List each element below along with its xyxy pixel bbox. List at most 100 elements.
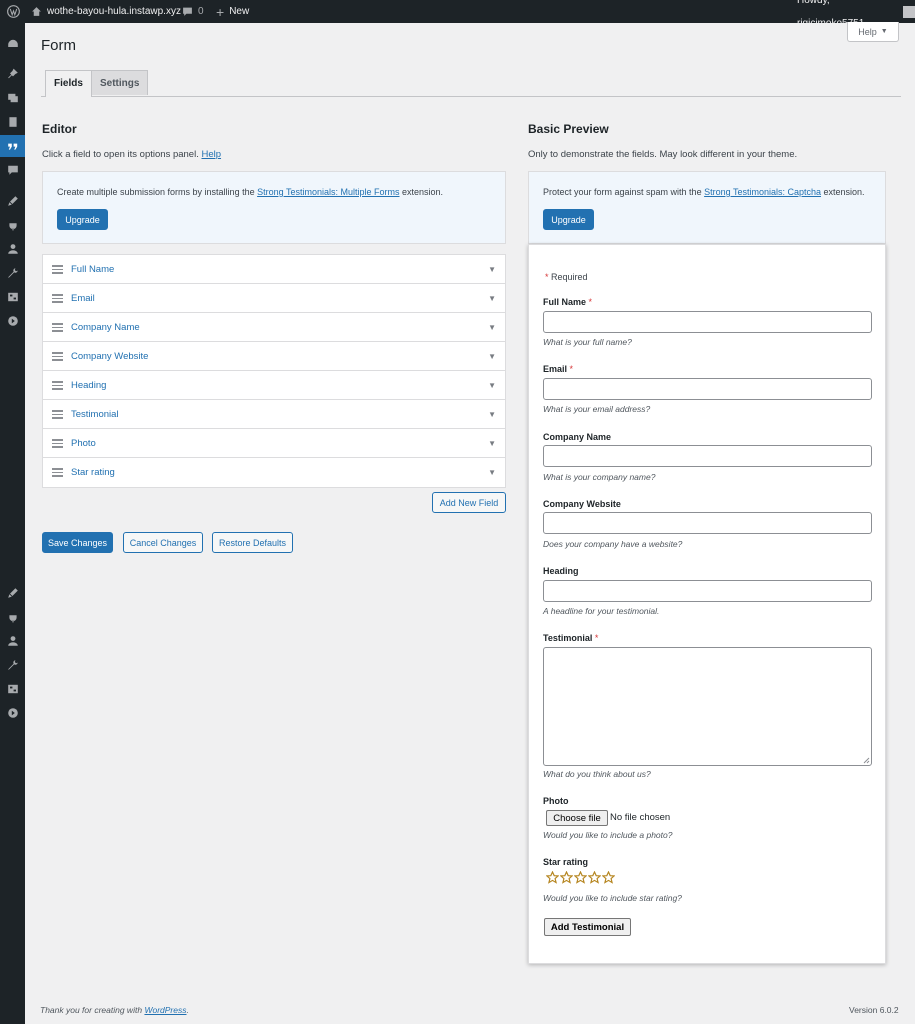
field-row[interactable]: Testimonial ▼ — [43, 400, 505, 429]
multiple-forms-notice-text: Create multiple submission forms by inst… — [57, 187, 443, 197]
appearance-icon-2[interactable] — [0, 582, 25, 604]
editor-help-link[interactable]: Help — [201, 149, 221, 160]
field-label[interactable]: Star rating — [71, 467, 115, 478]
star-outline-icon[interactable] — [588, 871, 601, 884]
company-website-label: Company Website — [543, 499, 621, 509]
caret-down-icon[interactable]: ▼ — [488, 439, 496, 448]
comments-count: 0 — [198, 6, 204, 17]
caret-down-icon[interactable]: ▼ — [488, 265, 496, 274]
full-name-input[interactable] — [543, 311, 872, 333]
field-label[interactable]: Company Name — [71, 322, 140, 333]
settings-icon-2[interactable] — [0, 678, 25, 700]
user-account-link[interactable]: Howdy, rigicimoko5751 — [797, 0, 915, 29]
upgrade-button-editor[interactable]: Upgrade — [57, 209, 108, 230]
settings-icon[interactable] — [0, 286, 25, 308]
company-name-input[interactable] — [543, 445, 872, 467]
testimonial-textarea[interactable] — [543, 647, 872, 766]
save-changes-button[interactable]: Save Changes — [42, 532, 113, 553]
drag-handle-icon[interactable] — [52, 468, 63, 477]
field-row[interactable]: Company Website ▼ — [43, 342, 505, 371]
add-testimonial-button[interactable]: Add Testimonial — [544, 918, 631, 936]
caret-down-icon[interactable]: ▼ — [488, 410, 496, 419]
tab-settings[interactable]: Settings — [91, 70, 149, 95]
captcha-link[interactable]: Strong Testimonials: Captcha — [704, 187, 821, 197]
star-outline-icon[interactable] — [560, 871, 573, 884]
plugins-icon-2[interactable] — [0, 606, 25, 628]
footer-thanks-text: Thank you for creating with — [40, 1005, 143, 1015]
caret-down-icon[interactable]: ▼ — [488, 352, 496, 361]
field-list: Full Name ▼ Email ▼ Company Name ▼ Company … — [42, 254, 506, 488]
caret-down-icon[interactable]: ▼ — [488, 381, 496, 390]
tools-wrench-icon-2[interactable] — [0, 654, 25, 676]
plugins-icon[interactable] — [0, 214, 25, 236]
multiple-forms-notice: Create multiple submission forms by inst… — [42, 171, 506, 244]
testimonials-quote-icon[interactable] — [0, 135, 25, 157]
notice-prefix: Create multiple submission forms by inst… — [57, 187, 255, 197]
caret-down-icon[interactable]: ▼ — [488, 294, 496, 303]
caret-down-icon[interactable]: ▼ — [488, 468, 496, 477]
drag-handle-icon[interactable] — [52, 439, 63, 448]
field-label[interactable]: Full Name — [71, 264, 114, 275]
restore-defaults-button[interactable]: Restore Defaults — [212, 532, 293, 553]
full-name-help: What is your full name? — [543, 337, 632, 347]
drag-handle-icon[interactable] — [52, 381, 63, 390]
admin-bar: wothe-bayou-hula.instawp.xyz 0 + New How… — [0, 0, 915, 29]
tools-wrench-icon[interactable] — [0, 262, 25, 284]
help-button[interactable]: Help ▼ — [847, 22, 899, 42]
full-name-label: Full Name * — [543, 297, 593, 307]
media-icon[interactable] — [0, 87, 25, 109]
field-label[interactable]: Email — [71, 293, 95, 304]
heading-input[interactable] — [543, 580, 872, 602]
users-icon-2[interactable] — [0, 630, 25, 652]
required-legend: * Required — [545, 272, 588, 282]
star-outline-icon[interactable] — [546, 871, 559, 884]
add-new-field-button[interactable]: Add New Field — [432, 492, 506, 513]
star-rating-input[interactable] — [546, 871, 615, 884]
editor-heading: Editor — [42, 122, 77, 136]
tab-fields[interactable]: Fields — [45, 70, 92, 97]
drag-handle-icon[interactable] — [52, 352, 63, 361]
collapse-menu-icon[interactable] — [0, 310, 25, 332]
email-input[interactable] — [543, 378, 872, 400]
notice-prefix: Protect your form against spam with the — [543, 187, 702, 197]
upgrade-button-preview[interactable]: Upgrade — [543, 209, 594, 230]
footer-thanks: Thank you for creating with WordPress. — [40, 1005, 189, 1015]
multiple-forms-link[interactable]: Strong Testimonials: Multiple Forms — [257, 187, 399, 197]
field-row[interactable]: Full Name ▼ — [43, 255, 505, 284]
comments-icon[interactable] — [0, 159, 25, 181]
comments-link[interactable]: 0 — [182, 0, 204, 23]
field-row[interactable]: Company Name ▼ — [43, 313, 505, 342]
field-label[interactable]: Heading — [71, 380, 106, 391]
star-outline-icon[interactable] — [602, 871, 615, 884]
drag-handle-icon[interactable] — [52, 410, 63, 419]
users-icon[interactable] — [0, 238, 25, 260]
field-row[interactable]: Heading ▼ — [43, 371, 505, 400]
footer-version: Version 6.0.2 — [849, 1005, 899, 1015]
star-outline-icon[interactable] — [574, 871, 587, 884]
appearance-icon[interactable] — [0, 190, 25, 212]
choose-file-button[interactable]: Choose file — [546, 810, 608, 826]
wordpress-link[interactable]: WordPress — [144, 1005, 186, 1015]
drag-handle-icon[interactable] — [52, 323, 63, 332]
caret-down-icon[interactable]: ▼ — [488, 323, 496, 332]
posts-pin-icon[interactable] — [0, 63, 25, 85]
notice-suffix: extension. — [402, 187, 444, 197]
field-label[interactable]: Company Website — [71, 351, 148, 362]
company-website-input[interactable] — [543, 512, 872, 534]
field-row[interactable]: Star rating ▼ — [43, 458, 505, 487]
editor-description: Click a field to open its options panel.… — [42, 149, 221, 160]
field-label[interactable]: Photo — [71, 438, 96, 449]
pages-icon[interactable] — [0, 111, 25, 133]
drag-handle-icon[interactable] — [52, 294, 63, 303]
heading-label: Heading — [543, 566, 579, 576]
new-content-link[interactable]: + New — [216, 0, 249, 23]
cancel-changes-button[interactable]: Cancel Changes — [123, 532, 203, 553]
field-row[interactable]: Photo ▼ — [43, 429, 505, 458]
drag-handle-icon[interactable] — [52, 265, 63, 274]
site-name-link[interactable]: wothe-bayou-hula.instawp.xyz — [31, 0, 181, 23]
wordpress-logo-icon[interactable] — [7, 0, 20, 23]
dashboard-icon[interactable] — [0, 33, 25, 55]
collapse-menu-icon-2[interactable] — [0, 702, 25, 724]
field-label[interactable]: Testimonial — [71, 409, 119, 420]
field-row[interactable]: Email ▼ — [43, 284, 505, 313]
